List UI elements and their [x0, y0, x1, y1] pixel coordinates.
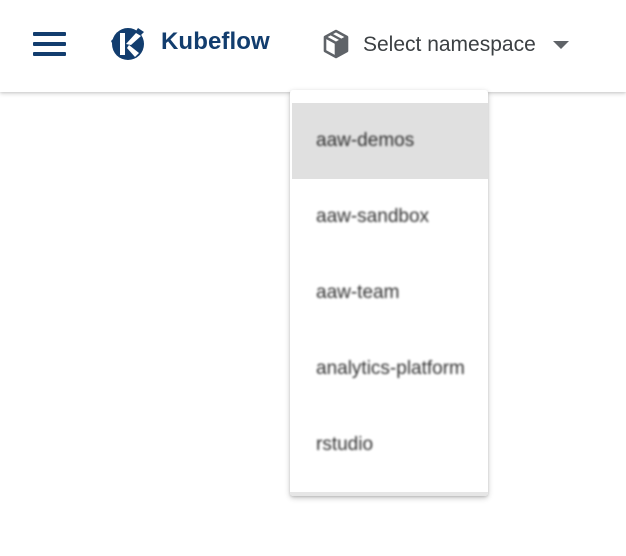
namespace-option-label: aaw-sandbox — [316, 206, 430, 227]
namespace-option-label: analytics-platform — [316, 358, 465, 379]
namespace-option[interactable]: aaw-team — [292, 255, 488, 331]
menu-line-middle — [33, 42, 66, 46]
hamburger-menu-button[interactable] — [28, 27, 72, 61]
caret-down-icon — [553, 41, 569, 49]
namespace-selector[interactable]: Select namespace — [318, 24, 574, 64]
menu-line-top — [33, 32, 66, 36]
menu-line-bottom — [33, 52, 66, 56]
namespace-option-label: rstudio — [316, 434, 374, 455]
top-app-bar: Kubeflow Select namespace — [0, 0, 626, 92]
kubeflow-logo-icon — [111, 28, 144, 60]
namespace-option[interactable]: aaw-demos — [292, 103, 488, 179]
namespace-option-label: aaw-team — [316, 282, 400, 303]
namespace-selector-label: Select namespace — [363, 33, 536, 56]
namespace-option-label: aaw-demos — [316, 130, 415, 151]
namespace-option[interactable]: analytics-platform — [292, 331, 488, 407]
cube-box-icon — [323, 29, 349, 59]
brand-title: Kubeflow — [161, 28, 270, 55]
dropdown-bottom-edge — [290, 492, 488, 496]
namespace-option[interactable]: rstudio — [292, 407, 488, 483]
namespace-dropdown-menu: aaw-demos aaw-sandbox aaw-team analytics… — [290, 90, 488, 496]
namespace-option[interactable]: aaw-sandbox — [292, 179, 488, 255]
